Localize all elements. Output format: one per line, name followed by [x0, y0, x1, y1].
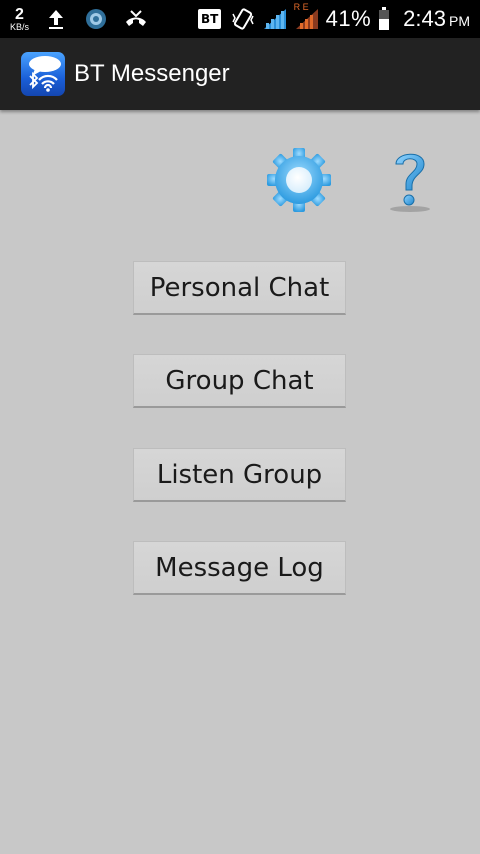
listen-group-button[interactable]: Listen Group: [133, 448, 346, 502]
action-bar: BT Messenger: [0, 38, 480, 110]
app-notification-icon: [83, 6, 109, 32]
settings-button[interactable]: [265, 146, 333, 214]
signal-roaming-icon: R E: [294, 2, 320, 32]
vibrate-icon: [230, 6, 256, 32]
status-bar: 2 KB/s BT R E 41% 2:43 PM: [0, 0, 480, 38]
battery-icon: [377, 6, 391, 32]
bt-messenger-app-icon: [21, 52, 65, 96]
battery-percent: 41%: [325, 6, 372, 31]
upload-icon: [43, 6, 69, 32]
signal-icon: [262, 6, 288, 32]
personal-chat-button[interactable]: Personal Chat: [133, 261, 346, 315]
bt-badge-icon: BT: [196, 6, 224, 32]
question-icon: [390, 153, 430, 212]
network-speed-unit: KB/s: [10, 21, 30, 32]
gear-icon: [267, 148, 331, 212]
message-log-button[interactable]: Message Log: [133, 541, 346, 595]
app-title: BT Messenger: [74, 60, 230, 87]
clock-time: 2:43: [403, 6, 446, 31]
group-chat-button[interactable]: Group Chat: [133, 354, 346, 408]
missed-call-icon: [123, 6, 149, 32]
network-speed-indicator: 2 KB/s: [10, 5, 30, 32]
bt-badge-label: BT: [197, 9, 222, 29]
clock-ampm: PM: [449, 13, 470, 29]
network-type-label: R E: [293, 2, 309, 12]
help-button[interactable]: [382, 144, 438, 214]
network-speed-value: 2: [15, 5, 24, 23]
